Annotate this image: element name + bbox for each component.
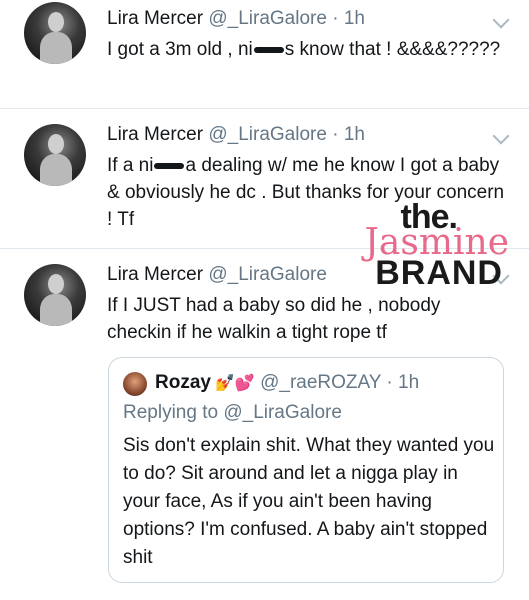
tweet-time[interactable]: · 1h <box>332 8 365 29</box>
censor-mark <box>253 46 284 53</box>
tweet-header: Lira Mercer @_LiraGalore · 1h <box>107 124 365 146</box>
avatar[interactable] <box>24 124 86 186</box>
user-name[interactable]: Lira Mercer <box>107 8 203 29</box>
user-handle[interactable]: @_LiraGalore <box>208 124 327 145</box>
tweet-header: Lira Mercer @_LiraGalore · 1h <box>107 8 365 30</box>
tweet-text: I got a 3m old , ni s know that ! &&&&???… <box>107 39 501 60</box>
quote-user-name[interactable]: Rozay <box>155 372 211 393</box>
quote-time[interactable]: · 1h <box>386 372 419 393</box>
quote-header: Rozay 💅💕 @_raeROZAY · 1h <box>155 372 419 394</box>
watermark-brand: BRAND <box>375 254 503 292</box>
quote-text: Sis don't explain shit. What they wanted… <box>123 435 495 568</box>
user-name[interactable]: Lira Mercer <box>107 124 203 145</box>
censor-mark <box>154 162 185 169</box>
avatar[interactable] <box>24 2 86 64</box>
divider <box>0 108 529 109</box>
tweet-header: Lira Mercer @_LiraGalore <box>107 264 327 286</box>
tweet-text: If I JUST had a baby so did he , nobody … <box>107 295 441 343</box>
chevron-down-icon[interactable] <box>492 127 510 145</box>
user-name[interactable]: Lira Mercer <box>107 264 203 285</box>
emoji-icons: 💅💕 <box>214 375 255 392</box>
watermark-logo: the. Jasmine BRAND <box>339 198 509 293</box>
quote-user-handle[interactable]: @_raeROZAY <box>260 372 381 393</box>
avatar[interactable] <box>24 264 86 326</box>
user-handle[interactable]: @_LiraGalore <box>208 264 327 285</box>
user-handle[interactable]: @_LiraGalore <box>208 8 327 29</box>
avatar[interactable] <box>123 372 147 396</box>
quoted-tweet[interactable]: Rozay 💅💕 @_raeROZAY · 1h Replying to @_Li… <box>108 357 504 583</box>
tweet-1[interactable]: Lira Mercer @_LiraGalore · 1h I got a 3m… <box>0 0 529 100</box>
tweet-time[interactable]: · 1h <box>332 124 365 145</box>
chevron-down-icon[interactable] <box>492 11 510 29</box>
replying-to[interactable]: Replying to @_LiraGalore <box>123 402 342 424</box>
